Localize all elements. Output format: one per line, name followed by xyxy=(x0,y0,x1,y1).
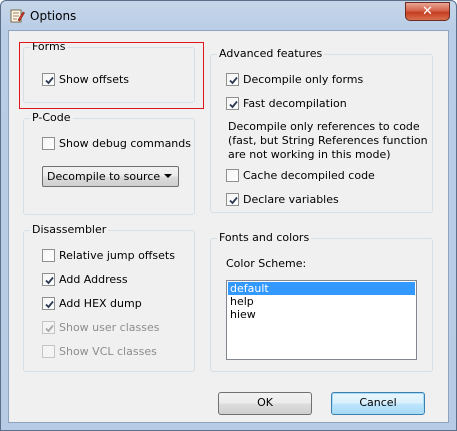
checkbox-box[interactable] xyxy=(226,169,239,182)
add-hex-dump-label: Add HEX dump xyxy=(59,297,142,310)
cache-decompiled-code-label: Cache decompiled code xyxy=(243,169,375,182)
show-debug-commands-label: Show debug commands xyxy=(59,137,191,150)
note-line: Decompile only references to code xyxy=(228,120,420,133)
checkbox-box xyxy=(42,321,55,334)
checkbox-box[interactable] xyxy=(42,137,55,150)
window-title: Options xyxy=(30,9,77,23)
disassembler-group-title: Disassembler xyxy=(30,223,109,236)
checkbox-box xyxy=(42,345,55,358)
advanced-features-group-title: Advanced features xyxy=(217,47,325,60)
pcode-mode-select[interactable]: Decompile to source xyxy=(42,166,179,187)
add-address-label: Add Address xyxy=(59,273,128,286)
close-icon: ✕ xyxy=(422,4,433,19)
checkbox-box[interactable] xyxy=(42,73,55,86)
checkmark-icon xyxy=(45,76,54,85)
color-scheme-label: Color Scheme: xyxy=(226,257,307,270)
fast-decompilation-note: Decompile only references to code (fast,… xyxy=(228,120,428,162)
title-bar[interactable]: Options ✕ xyxy=(1,1,456,31)
list-item[interactable]: help xyxy=(228,295,415,308)
checkbox-box[interactable] xyxy=(42,249,55,262)
color-scheme-listbox[interactable]: default help hiew xyxy=(226,280,417,360)
checkbox-box[interactable] xyxy=(42,273,55,286)
checkmark-icon xyxy=(229,196,238,205)
declare-variables-label: Declare variables xyxy=(243,193,339,206)
fast-decompilation-label: Fast decompilation xyxy=(243,97,347,110)
app-icon xyxy=(9,8,25,24)
checkmark-icon xyxy=(229,76,238,85)
options-window: Options ✕ Forms Show offsets P-Code Show… xyxy=(0,0,457,431)
relative-jump-offsets-label: Relative jump offsets xyxy=(59,249,175,262)
checkmark-icon xyxy=(229,100,238,109)
show-offsets-label: Show offsets xyxy=(59,73,130,86)
pcode-mode-value: Decompile to source xyxy=(47,170,161,183)
show-vcl-classes-label: Show VCL classes xyxy=(59,345,157,358)
list-item[interactable]: default xyxy=(228,282,415,295)
list-item[interactable]: hiew xyxy=(228,308,415,321)
fonts-colors-group-title: Fonts and colors xyxy=(217,231,312,244)
checkbox-box[interactable] xyxy=(226,193,239,206)
checkbox-box[interactable] xyxy=(42,297,55,310)
ok-button[interactable]: OK xyxy=(218,392,312,415)
checkmark-icon xyxy=(45,324,54,333)
chevron-down-icon xyxy=(164,174,172,178)
checkmark-icon xyxy=(45,276,54,285)
decompile-only-forms-label: Decompile only forms xyxy=(243,73,364,86)
note-line: (fast, but String References function xyxy=(228,134,428,147)
note-line: are not working in this mode) xyxy=(228,148,391,161)
pcode-group-title: P-Code xyxy=(30,111,73,124)
checkmark-icon xyxy=(45,300,54,309)
checkbox-box[interactable] xyxy=(226,97,239,110)
cancel-button[interactable]: Cancel xyxy=(331,392,425,415)
dialog-client-area: Forms Show offsets P-Code Show debug com… xyxy=(8,30,449,423)
close-button[interactable]: ✕ xyxy=(405,2,450,21)
show-user-classes-label: Show user classes xyxy=(59,321,160,334)
checkbox-box[interactable] xyxy=(226,73,239,86)
